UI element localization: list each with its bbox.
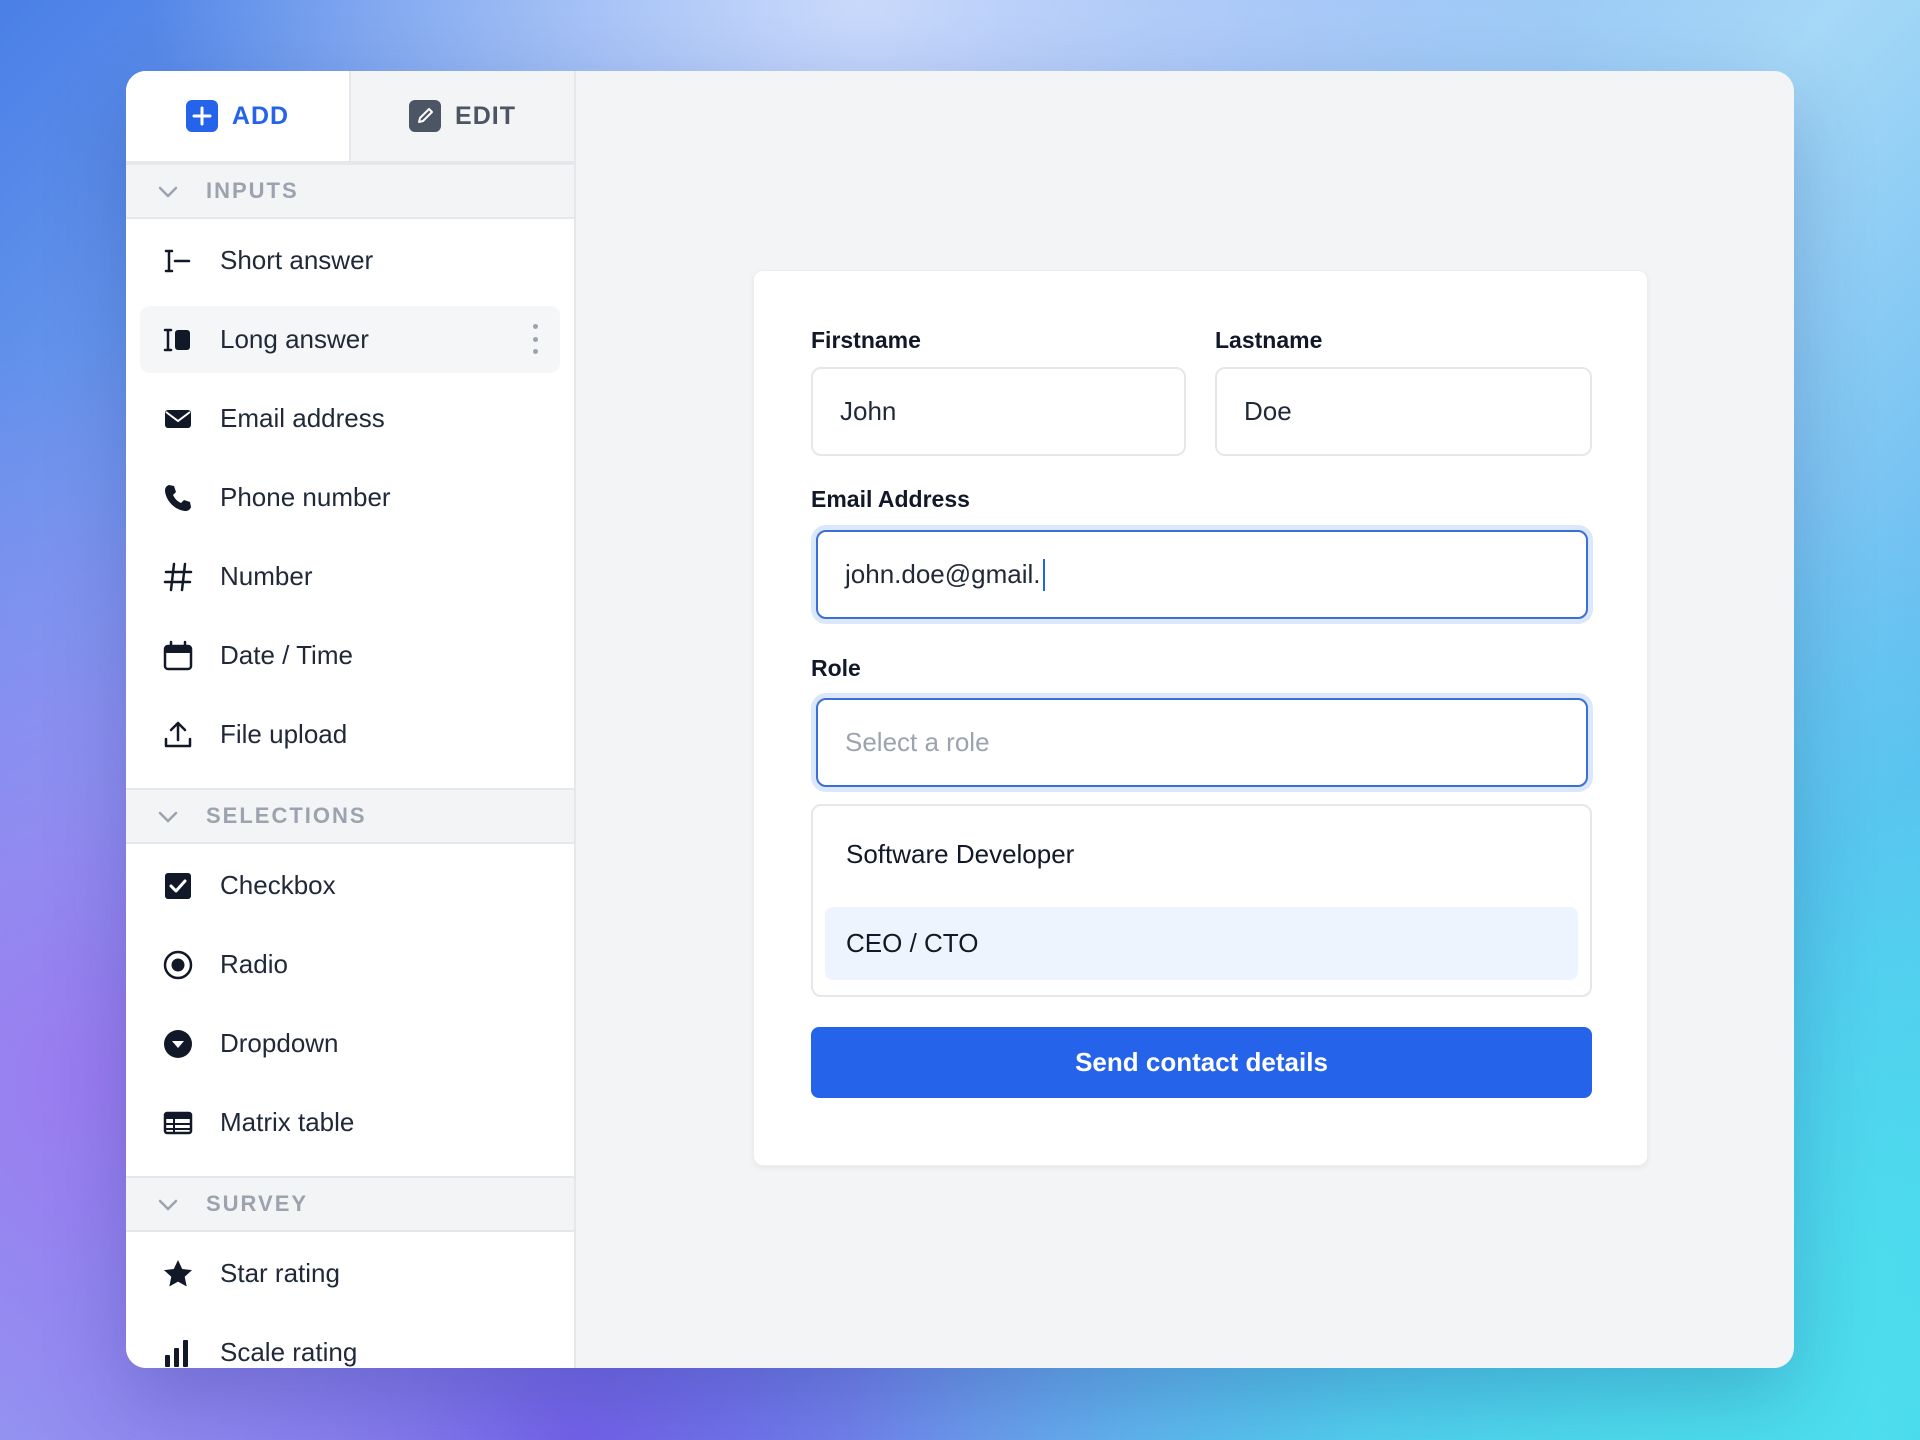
sidebar-item-label: Dropdown xyxy=(220,1028,339,1058)
radio-icon xyxy=(162,949,194,981)
sidebar-item-label: Email address xyxy=(220,403,385,433)
chevron-down-icon xyxy=(158,178,178,204)
sidebar-item-dropdown[interactable]: Dropdown xyxy=(140,1010,560,1077)
role-options-list: Software Developer CEO / CTO xyxy=(811,804,1592,997)
sidebar-item-scale-rating[interactable]: Scale rating xyxy=(140,1319,560,1368)
tab-add-label: ADD xyxy=(231,101,290,130)
checkbox-icon xyxy=(162,870,194,902)
sidebar-item-file-upload[interactable]: File upload xyxy=(140,701,560,768)
sidebar-item-short-answer[interactable]: Short answer xyxy=(140,227,560,294)
sidebar-item-label: Date / Time xyxy=(220,640,353,670)
text-caret xyxy=(1042,558,1045,591)
sidebar-item-label: Long answer xyxy=(220,324,369,354)
section-title: SURVEY xyxy=(206,1191,309,1216)
sidebar-item-label: Radio xyxy=(220,949,288,979)
text-block-icon xyxy=(162,324,194,356)
contact-form-card: Firstname John Lastname Doe Email Addres… xyxy=(753,270,1648,1166)
sidebar-item-matrix-table[interactable]: Matrix table xyxy=(140,1089,560,1156)
table-icon xyxy=(162,1107,194,1139)
sidebar-item-email-address[interactable]: Email address xyxy=(140,385,560,452)
firstname-field[interactable]: John xyxy=(811,367,1186,456)
firstname-label: Firstname xyxy=(811,327,921,353)
tab-add[interactable]: ADD xyxy=(126,71,349,161)
form-preview-area: Firstname John Lastname Doe Email Addres… xyxy=(576,71,1794,1368)
dropdown-icon xyxy=(162,1028,194,1060)
phone-icon xyxy=(162,482,194,514)
chevron-down-icon xyxy=(158,1191,178,1217)
sidebar-item-star-rating[interactable]: Star rating xyxy=(140,1240,560,1307)
sidebar-item-radio[interactable]: Radio xyxy=(140,931,560,998)
sidebar-item-label: Matrix table xyxy=(220,1107,355,1137)
tab-edit-label: EDIT xyxy=(455,101,516,130)
section-items-survey: Star rating Scale rating xyxy=(126,1232,574,1368)
role-option-ceo-cto[interactable]: CEO / CTO xyxy=(825,907,1578,980)
plus-icon xyxy=(185,100,218,132)
sidebar-item-long-answer[interactable]: Long answer xyxy=(140,306,560,373)
upload-icon xyxy=(162,719,194,751)
sidebar: ADD EDIT INPUTS Short answer Long answer… xyxy=(126,71,576,1368)
role-label: Role xyxy=(811,655,861,681)
section-items-inputs: Short answer Long answer Email address P… xyxy=(126,219,574,788)
lastname-field[interactable]: Doe xyxy=(1215,367,1592,456)
role-select[interactable]: Select a role xyxy=(816,698,1588,787)
sidebar-item-phone-number[interactable]: Phone number xyxy=(140,464,560,531)
section-header-inputs[interactable]: INPUTS xyxy=(126,163,574,219)
more-options-icon[interactable] xyxy=(532,324,538,354)
email-label: Email Address xyxy=(811,486,970,512)
role-placeholder: Select a role xyxy=(845,727,990,757)
email-value: john.doe@gmail. xyxy=(845,559,1041,589)
sidebar-item-date-time[interactable]: Date / Time xyxy=(140,622,560,689)
star-icon xyxy=(162,1258,194,1290)
firstname-value: John xyxy=(840,396,897,426)
section-title: INPUTS xyxy=(206,178,299,203)
send-contact-details-button[interactable]: Send contact details xyxy=(811,1027,1592,1098)
tab-edit[interactable]: EDIT xyxy=(349,71,574,161)
sidebar-item-label: Phone number xyxy=(220,482,391,512)
section-header-survey[interactable]: SURVEY xyxy=(126,1176,574,1232)
lastname-label: Lastname xyxy=(1215,327,1323,353)
app-window: ADD EDIT INPUTS Short answer Long answer… xyxy=(126,71,1794,1368)
text-cursor-icon xyxy=(162,245,194,277)
sidebar-item-label: Star rating xyxy=(220,1258,340,1288)
sidebar-item-label: Checkbox xyxy=(220,870,336,900)
sidebar-item-label: Number xyxy=(220,561,313,591)
sidebar-item-label: Scale rating xyxy=(220,1337,358,1367)
chevron-down-icon xyxy=(158,803,178,829)
sidebar-item-number[interactable]: Number xyxy=(140,543,560,610)
calendar-icon xyxy=(162,640,194,672)
bar-chart-icon xyxy=(162,1337,194,1369)
envelope-icon xyxy=(162,403,194,435)
section-header-selections[interactable]: SELECTIONS xyxy=(126,788,574,844)
sidebar-item-label: File upload xyxy=(220,719,348,749)
email-field[interactable]: john.doe@gmail. xyxy=(816,530,1588,619)
sidebar-item-checkbox[interactable]: Checkbox xyxy=(140,852,560,919)
section-items-selections: Checkbox Radio Dropdown Matrix table xyxy=(126,844,574,1176)
pencil-icon xyxy=(409,100,442,132)
role-option-software-developer[interactable]: Software Developer xyxy=(825,818,1578,891)
section-title: SELECTIONS xyxy=(206,803,367,828)
sidebar-item-label: Short answer xyxy=(220,245,374,275)
hash-icon xyxy=(162,561,194,593)
lastname-value: Doe xyxy=(1244,396,1292,426)
tab-bar: ADD EDIT xyxy=(126,71,574,163)
